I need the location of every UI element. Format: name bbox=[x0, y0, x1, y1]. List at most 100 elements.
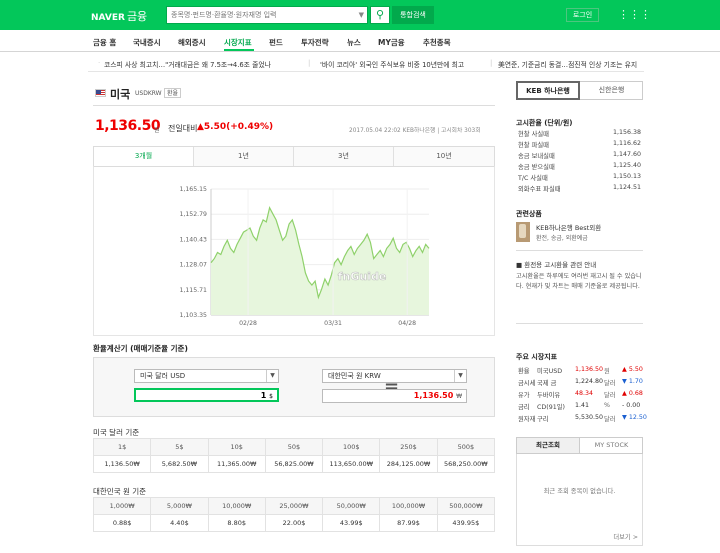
search-icon[interactable]: ⚲ bbox=[370, 6, 390, 24]
rate-value: 1,125.40 bbox=[612, 162, 641, 169]
tab-my-stock[interactable]: MY STOCK bbox=[580, 438, 643, 453]
nav-fund[interactable]: 펀드 bbox=[269, 37, 283, 48]
market-value: 1,224.80 bbox=[575, 378, 604, 385]
market-name: 미국USD bbox=[537, 368, 563, 375]
more-link[interactable]: 더보기 > bbox=[613, 532, 638, 541]
nav-my-finance[interactable]: MY금융 bbox=[378, 37, 405, 48]
table-header-cell: 100$ bbox=[322, 438, 381, 456]
table-header-cell: 1,000₩ bbox=[92, 497, 152, 515]
period-tabs: 3개월 1년 3년 10년 bbox=[93, 146, 495, 166]
grid-icon[interactable]: ⋮⋮⋮ bbox=[618, 8, 651, 22]
tab-1year[interactable]: 1년 bbox=[194, 147, 294, 166]
us-flag-icon bbox=[95, 89, 106, 97]
chevron-down-icon: ▼ bbox=[454, 370, 466, 382]
current-price: 1,136.50 bbox=[95, 118, 161, 134]
market-cat: 금리 bbox=[518, 404, 530, 411]
krw-table-title: 대한민국 원 기준 bbox=[93, 487, 147, 496]
market-cat: 원자재 bbox=[518, 416, 536, 423]
info-title: ■ 환전용 고시환율 관련 안내 bbox=[516, 261, 597, 269]
nav-news[interactable]: 뉴스 bbox=[347, 37, 361, 48]
x-tick-label: 03/31 bbox=[324, 320, 342, 327]
info-title-text: 환전용 고시환율 관련 안내 bbox=[524, 261, 597, 269]
table-header-cell: 5,000₩ bbox=[150, 497, 209, 515]
login-button[interactable]: 로그인 bbox=[566, 8, 599, 22]
rate-label: 송금 보내실때 bbox=[518, 153, 555, 160]
market-change: ▼ 1.70 bbox=[622, 378, 643, 385]
exchange-calculator: 미국 달러 USD ▼ 1 $ = 대한민국 원 KRW ▼ 1,136.50 ₩ bbox=[93, 357, 495, 417]
to-unit: ₩ bbox=[456, 393, 462, 400]
info-text: 고시환율은 하루에도 여러번 재고시 될 수 있습니다. 현재가 및 차트는 매… bbox=[516, 273, 642, 290]
market-unit: % bbox=[604, 402, 610, 409]
table-header-cell: 5$ bbox=[150, 438, 209, 456]
market-unit: 달러 bbox=[604, 416, 616, 423]
rate-label: 현찰 파실때 bbox=[518, 142, 549, 149]
calculator-title: 환율계산기 (매매기준율 기준) bbox=[93, 344, 188, 353]
market-name: 구리 bbox=[537, 416, 549, 423]
table-cell: 56,825.00₩ bbox=[264, 455, 324, 473]
x-tick-label: 04/28 bbox=[398, 320, 416, 327]
ticker-item[interactable]: '바이 코리아' 외국인 주식보유 비중 10년만에 최고 bbox=[320, 59, 464, 69]
rate-row: T/C 사실때 1,150.13 bbox=[518, 173, 641, 182]
nav-home[interactable]: 금융 홈 bbox=[93, 37, 116, 48]
table-cell: 5,682.50₩ bbox=[150, 455, 209, 473]
market-change: - 0.00 bbox=[622, 402, 641, 409]
nav-active-underline bbox=[224, 49, 254, 51]
main-nav: 금융 홈 국내증시 해외증시 시장지표 펀드 투자전략 뉴스 MY금융 추천종목 bbox=[0, 30, 720, 52]
table-cell: 568,250.00₩ bbox=[436, 455, 496, 473]
tab-keb-hana[interactable]: KEB 하나은행 bbox=[516, 81, 580, 100]
tab-3year[interactable]: 3년 bbox=[294, 147, 394, 166]
nav-market-index[interactable]: 시장지표 bbox=[224, 37, 252, 48]
rate-row: 송금 받으실때 1,125.40 bbox=[518, 162, 641, 171]
nav-overseas[interactable]: 해외증시 bbox=[178, 37, 206, 48]
to-currency-select[interactable]: 대한민국 원 KRW ▼ bbox=[322, 369, 467, 383]
rate-label: 현찰 사실때 bbox=[518, 131, 549, 138]
related-product-link[interactable]: KEB하나은행 Best외환 bbox=[536, 222, 601, 232]
from-currency-select[interactable]: 미국 달러 USD ▼ bbox=[134, 369, 279, 383]
market-value: 48.34 bbox=[575, 390, 594, 397]
service-text: 금융 bbox=[126, 10, 148, 23]
related-title: 관련상품 bbox=[516, 210, 542, 218]
rate-chart-svg: 1,165.15 1,152.79 1,140.43 1,128.07 1,115.71… bbox=[179, 186, 430, 327]
nav-strategy[interactable]: 투자전략 bbox=[301, 37, 329, 48]
table-cell: 87.99$ bbox=[379, 514, 438, 532]
rate-value: 1,116.62 bbox=[612, 140, 641, 147]
to-amount-input[interactable]: 1,136.50 ₩ bbox=[322, 389, 467, 403]
market-change: ▲ 0.68 bbox=[622, 390, 643, 397]
rate-row: 외화수표 파실때 1,124.51 bbox=[518, 184, 641, 193]
from-currency-label: 미국 달러 USD bbox=[140, 372, 186, 380]
rates-title: 고시환율 (단위/원) bbox=[516, 119, 573, 127]
tab-recent[interactable]: 최근조회 bbox=[517, 438, 580, 453]
total-search-button[interactable]: 통합검색 bbox=[392, 6, 434, 24]
ticker-item[interactable]: 코스피 사상 최고치…"거래대금은 왜 7.5조→4.6조 줄었나 bbox=[104, 59, 271, 69]
chevron-down-icon: ▼ bbox=[266, 370, 278, 382]
y-tick-label: 1,165.15 bbox=[179, 186, 207, 193]
market-name: 국제 금 bbox=[537, 380, 557, 387]
table-header-cell: 10,000₩ bbox=[207, 497, 266, 515]
table-header-cell: 500$ bbox=[436, 438, 496, 456]
market-value: 1,136.50 bbox=[575, 366, 604, 373]
nav-domestic[interactable]: 국내증시 bbox=[133, 37, 161, 48]
search-input[interactable] bbox=[167, 7, 347, 23]
change-label: 전일대비 bbox=[168, 124, 198, 133]
to-amount: 1,136.50 bbox=[413, 391, 454, 400]
tab-shinhan[interactable]: 신한은행 bbox=[580, 82, 643, 99]
rate-chart: 1,165.15 1,152.79 1,140.43 1,128.07 1,115.71… bbox=[93, 166, 495, 336]
ticker-item[interactable]: 美연준, 기준금리 동결…점진적 인상 기조는 유지 bbox=[498, 59, 637, 69]
tab-10year[interactable]: 10년 bbox=[394, 147, 494, 166]
market-name: 두바이유 bbox=[537, 392, 561, 399]
from-amount-input[interactable]: 1 $ bbox=[134, 388, 279, 402]
search-box: ▼ bbox=[166, 6, 368, 24]
table-header-cell: 25,000₩ bbox=[264, 497, 324, 515]
search-dropdown-icon[interactable]: ▼ bbox=[359, 11, 364, 19]
table-cell: 43.99$ bbox=[322, 514, 381, 532]
nav-recommended[interactable]: 추천종목 bbox=[423, 37, 451, 48]
table-cell: 11,365.00₩ bbox=[207, 455, 266, 473]
naver-finance-logo[interactable]: NAVER 금융 bbox=[91, 8, 147, 24]
tab-3month[interactable]: 3개월 bbox=[94, 147, 194, 166]
divider bbox=[516, 250, 643, 251]
table-header-cell: 250$ bbox=[379, 438, 438, 456]
rate-value: 1,147.60 bbox=[612, 151, 641, 158]
product-image[interactable] bbox=[516, 222, 530, 242]
rate-label: 외화수표 파실때 bbox=[518, 186, 561, 193]
table-cell: 4.40$ bbox=[150, 514, 209, 532]
